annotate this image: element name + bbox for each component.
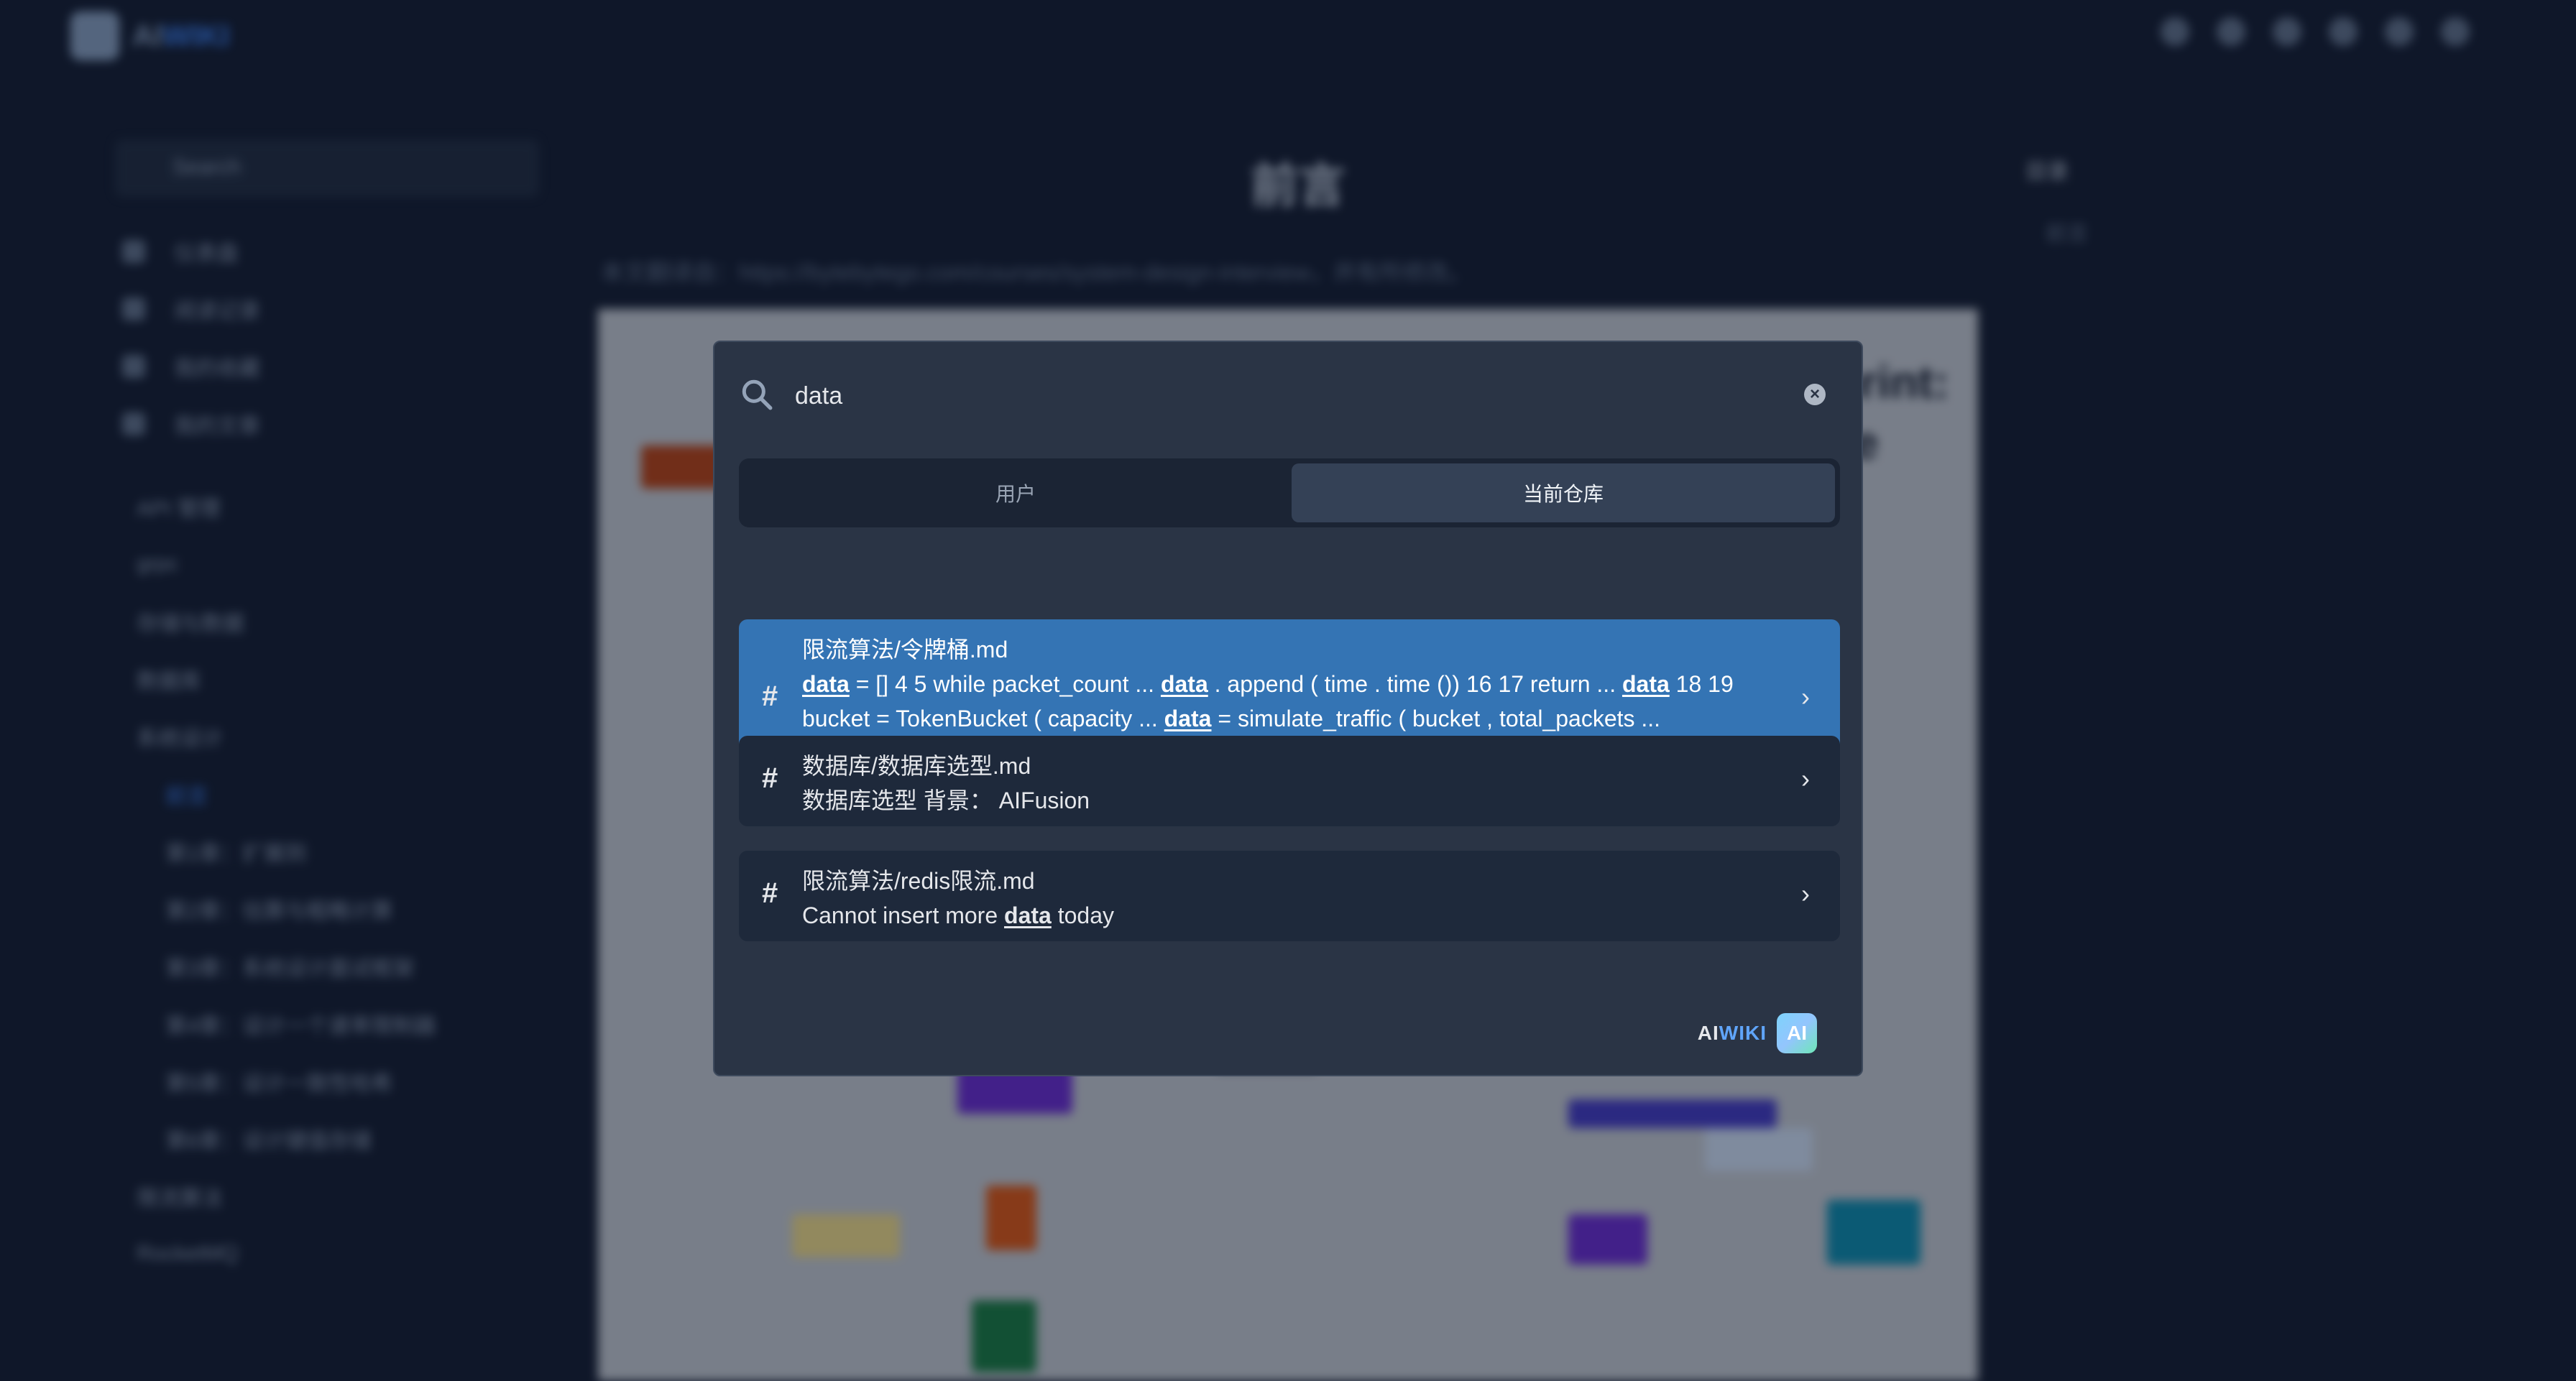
theme-toggle-icon[interactable]: [2329, 17, 2358, 46]
result-snippet-line: 数据库选型 背景： AIFusion: [802, 783, 1761, 818]
toc-title: 目录: [2025, 160, 2069, 184]
search-result-item[interactable]: # 数据库/数据库选型.md 数据库选型 背景： AIFusion ›: [739, 736, 1840, 826]
sidebar-search[interactable]: Search: [115, 139, 539, 197]
search-dialog: × 用户当前仓库 # 限流算法/令牌桶.md data = [] 4 5 while…: [713, 341, 1863, 1076]
sidebar-tree-item[interactable]: 第2章：估算与粗略计算: [137, 880, 539, 938]
sidebar-tree-item[interactable]: 第6章：设计键值存储: [137, 1110, 539, 1168]
result-title: 限流算法/redis限流.md: [802, 868, 1035, 894]
sidebar-nav-item[interactable]: 我的文章: [115, 395, 539, 453]
chevron-right-icon: ›: [1801, 682, 1810, 711]
top-toolbar: [2161, 17, 2470, 46]
clear-icon[interactable]: ×: [1804, 384, 1826, 405]
match-highlight: data: [1004, 902, 1052, 928]
sidebar-nav: 仪表盘 阅读记录 我的收藏 我的文章: [115, 223, 539, 453]
sidebar-tree-item[interactable]: 限流算法: [137, 1168, 539, 1225]
snippet-text: = simulate_traffic ( bucket , total_pack…: [1211, 706, 1661, 731]
search-icon[interactable]: [2161, 17, 2189, 46]
chevron-right-icon: ›: [1801, 879, 1810, 908]
search-bar: ×: [714, 342, 1862, 450]
search-scope-tabs: 用户 当前仓库: [739, 458, 1840, 527]
brand-footer: AIWIKI AI: [1698, 1013, 1817, 1053]
search-input[interactable]: [795, 371, 1765, 421]
result-content: 数据库/数据库选型.md 数据库选型 背景： AIFusion: [802, 749, 1761, 818]
page-title: 前言: [1251, 159, 1346, 212]
snippet-text: Cannot insert more: [802, 902, 1005, 928]
result-snippet-line: Cannot insert more data today: [802, 898, 1761, 933]
result-content: 限流算法/redis限流.md Cannot insert more data t…: [802, 864, 1761, 933]
result-title: 限流算法/令牌桶.md: [802, 637, 1008, 662]
toc-item[interactable]: 前言: [2046, 216, 2089, 247]
sidebar-tree-item[interactable]: 第5章：设计一致性哈希: [137, 1053, 539, 1110]
hash-icon: #: [762, 877, 778, 909]
brand-logo-icon: AI: [1777, 1013, 1817, 1053]
snippet-text: 数据库选型 背景： AIFusion: [802, 788, 1090, 813]
sidebar-nav-item[interactable]: 阅读记录: [115, 280, 539, 338]
match-highlight: data: [1160, 671, 1208, 697]
search-result-item[interactable]: # 限流算法/redis限流.md Cannot insert more data …: [739, 851, 1840, 941]
result-snippet-line: bucket = TokenBucket ( capacity ... data…: [802, 701, 1761, 736]
hash-icon: #: [762, 680, 778, 712]
hash-icon: #: [762, 762, 778, 794]
snippet-text: . append ( time . time ()) 16 17 return …: [1208, 671, 1622, 697]
tab-users[interactable]: 用户: [744, 463, 1287, 522]
tab-current-repo[interactable]: 当前仓库: [1292, 463, 1835, 522]
app-name: AIWIKI: [132, 19, 230, 52]
match-highlight: data: [1622, 671, 1670, 697]
sidebar-tree-item[interactable]: 第1章：扩展到: [137, 823, 539, 880]
bell-icon[interactable]: [2385, 17, 2414, 46]
result-title: 数据库/数据库选型.md: [802, 753, 1031, 779]
sidebar-nav-item[interactable]: 仪表盘: [115, 223, 539, 280]
sidebar-nav-item[interactable]: 我的收藏: [115, 338, 539, 395]
match-highlight: data: [802, 671, 850, 697]
result-snippet-line: data = [] 4 5 while packet_count ... dat…: [802, 667, 1761, 701]
book-icon[interactable]: [2217, 17, 2245, 46]
sidebar-tree-item[interactable]: 前言: [137, 765, 539, 823]
sidebar-tree: API 管理 grpc 存储与数据 数据库 系统设计 前言 第1章：扩展到 第2章：估算与粗略…: [137, 478, 539, 1283]
snippet-text: bucket = TokenBucket ( capacity ...: [802, 706, 1164, 731]
sidebar-tree-item[interactable]: 第3章：系统设计面试框架: [137, 938, 539, 995]
user-icon[interactable]: [2273, 17, 2301, 46]
nav-icon: [122, 412, 145, 435]
page-subtitle: 本文翻译自：https://bytebytego.com/courses/sys…: [601, 259, 1472, 285]
sidebar-tree-item[interactable]: API 管理: [137, 478, 539, 535]
avatar[interactable]: [2441, 17, 2470, 46]
sidebar-tree-item[interactable]: 数据库: [137, 650, 539, 708]
search-icon: [742, 379, 773, 410]
snippet-text: today: [1051, 902, 1114, 928]
sidebar-tree-item[interactable]: RocketMQ: [137, 1225, 539, 1283]
sidebar-tree-item[interactable]: 存储与数据: [137, 593, 539, 650]
snippet-text: 18 19: [1669, 671, 1734, 697]
app-logo: [70, 11, 119, 60]
chevron-right-icon: ›: [1801, 764, 1810, 793]
nav-icon: [122, 355, 145, 378]
top-bar: AIWIKI: [0, 0, 2576, 72]
sidebar-tree-item[interactable]: 系统设计: [137, 708, 539, 765]
nav-icon: [122, 240, 145, 263]
nav-icon: [122, 297, 145, 320]
snippet-text: = [] 4 5 while packet_count ...: [849, 671, 1161, 697]
brand-name: AIWIKI: [1697, 1022, 1767, 1044]
sidebar-tree-item[interactable]: 第4章：设计一个速率限制器: [137, 995, 539, 1053]
match-highlight: data: [1164, 706, 1212, 731]
sidebar-tree-item[interactable]: grpc: [137, 535, 539, 593]
